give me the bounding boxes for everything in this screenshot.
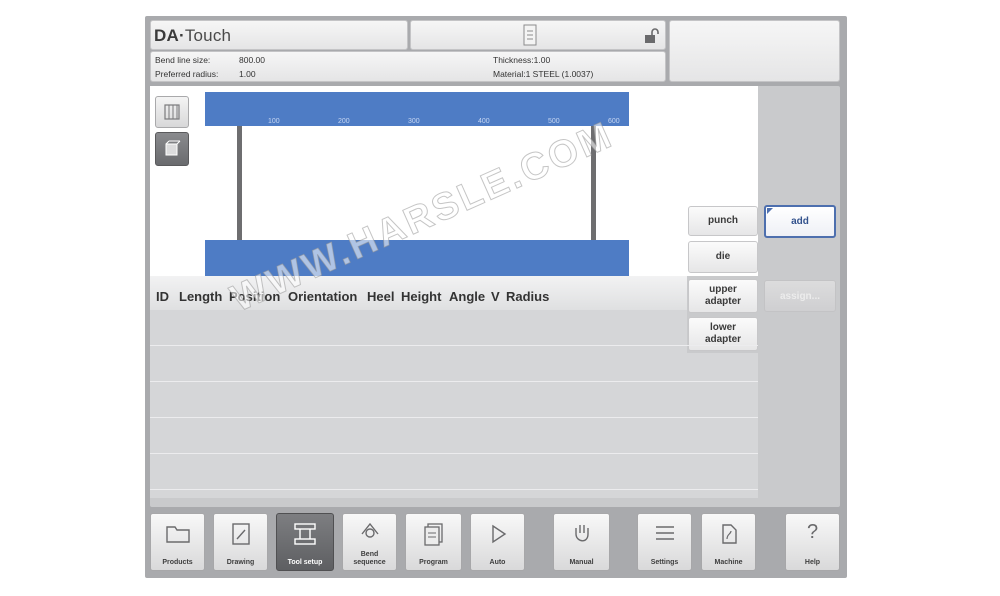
bend-sequence-icon <box>360 522 379 538</box>
nav-settings[interactable]: Settings <box>637 513 692 571</box>
nav-drawing[interactable]: Drawing <box>213 513 268 571</box>
nav-machine[interactable]: Machine <box>701 513 756 571</box>
header-right-panel <box>669 20 840 82</box>
ruler-tick: 400 <box>478 118 490 125</box>
col-radius[interactable]: Radius <box>506 289 549 304</box>
play-icon <box>491 524 506 544</box>
assign-button: assign... <box>764 280 836 312</box>
ruler-tick: 100 <box>268 118 280 125</box>
table-row[interactable] <box>150 453 758 454</box>
thickness-text: Thickness:1.00 <box>493 55 551 65</box>
preferred-radius-value: 1.00 <box>239 69 256 79</box>
ruler-tick: 600 <box>608 118 620 125</box>
nav-bend-sequence[interactable]: Bend sequence <box>342 513 397 571</box>
ruler-tick: 200 <box>338 118 350 125</box>
col-id[interactable]: ID <box>156 289 169 304</box>
3d-view-button[interactable] <box>155 132 189 166</box>
add-marker-icon <box>767 208 773 214</box>
status-panel <box>410 20 666 50</box>
help-icon: ? <box>806 521 819 543</box>
settings-icon <box>655 526 674 540</box>
col-angle[interactable]: Angle <box>449 289 485 304</box>
nav-label: Drawing <box>226 559 255 566</box>
nav-manual[interactable]: Manual <box>553 513 610 571</box>
col-v[interactable]: V <box>491 289 500 304</box>
nav-products[interactable]: Products <box>150 513 205 571</box>
tool-table-extension <box>687 353 758 498</box>
machine-icon <box>721 524 737 544</box>
front-view-icon <box>164 104 180 120</box>
die-button[interactable]: die <box>688 241 758 273</box>
col-heel[interactable]: Heel <box>367 289 394 304</box>
left-post <box>237 126 242 240</box>
col-orientation[interactable]: Orientation <box>288 289 357 304</box>
col-height[interactable]: Height <box>401 289 441 304</box>
nav-program[interactable]: Program <box>405 513 462 571</box>
right-post <box>591 126 596 240</box>
ruler-tick: 500 <box>548 118 560 125</box>
logo-suffix: Touch <box>184 26 232 45</box>
table-row[interactable] <box>150 381 758 382</box>
nav-label: Products <box>162 559 193 566</box>
punch-button[interactable]: punch <box>688 206 758 236</box>
app-logo: DA·Touch <box>154 26 231 46</box>
nav-label: Program <box>419 559 448 566</box>
table-row[interactable] <box>150 345 758 346</box>
nav-auto[interactable]: Auto <box>470 513 525 571</box>
nav-label: Auto <box>489 559 506 566</box>
document-icon <box>523 24 537 46</box>
unlock-icon[interactable] <box>643 28 659 44</box>
nav-help[interactable]: ? Help <box>785 513 840 571</box>
table-row[interactable] <box>150 489 758 490</box>
bend-line-label: Bend line size: <box>155 55 211 65</box>
col-position[interactable]: Position <box>229 289 280 304</box>
front-view-button[interactable] <box>155 96 189 128</box>
nav-label: Manual <box>569 559 594 566</box>
preferred-radius-label: Preferred radius: <box>155 69 219 79</box>
drawing-icon <box>231 523 250 545</box>
folder-icon <box>165 526 190 543</box>
nav-label: Bend sequence <box>353 551 386 566</box>
program-icon <box>423 523 443 546</box>
3d-view-icon <box>165 140 181 156</box>
lower-beam <box>205 240 629 276</box>
nav-tool-setup[interactable]: Tool setup <box>276 513 334 571</box>
material-text: Material:1 STEEL (1.0037) <box>493 69 594 79</box>
nav-label: Tool setup <box>287 559 323 566</box>
col-length[interactable]: Length <box>179 289 222 304</box>
nav-label: Help <box>804 559 821 566</box>
nav-label: Machine <box>714 559 743 566</box>
bend-line-value: 800.00 <box>239 55 265 65</box>
upper-adapter-button[interactable]: upper adapter <box>688 279 758 313</box>
add-button[interactable]: add <box>764 205 836 238</box>
nav-label: Settings <box>650 559 679 566</box>
logo-prefix: DA· <box>154 26 185 45</box>
hand-icon <box>574 525 589 542</box>
ruler-tick: 300 <box>408 118 420 125</box>
tool-setup-icon <box>294 523 316 545</box>
table-row[interactable] <box>150 417 758 418</box>
